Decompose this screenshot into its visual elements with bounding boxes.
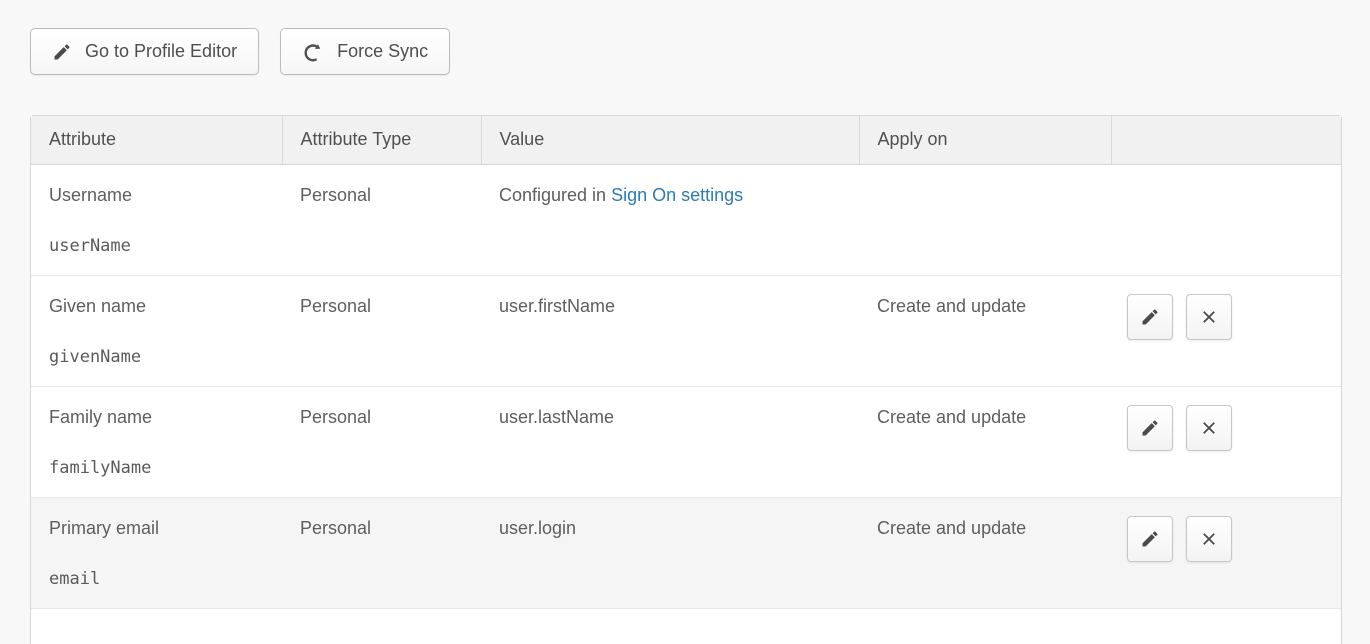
value-cell: Configured in Sign On settings <box>481 164 859 275</box>
actions-cell <box>1111 275 1341 386</box>
sign-on-settings-link[interactable]: Sign On settings <box>611 185 743 205</box>
attribute-variable: email <box>49 569 268 589</box>
attribute-type-cell: Personal <box>282 497 481 608</box>
attribute-variable: familyName <box>49 458 268 478</box>
attribute-type-cell: Personal <box>282 275 481 386</box>
go-to-profile-editor-button[interactable]: Go to Profile Editor <box>30 28 259 75</box>
edit-attribute-button[interactable] <box>1127 294 1173 340</box>
pencil-icon <box>1140 529 1160 549</box>
column-header-attribute: Attribute <box>31 116 282 164</box>
column-header-attribute-type: Attribute Type <box>282 116 481 164</box>
value-cell: user.login <box>481 497 859 608</box>
close-icon <box>1200 308 1218 326</box>
attribute-cell: Primary email email <box>31 497 282 608</box>
attribute-cell: Username userName <box>31 164 282 275</box>
value-cell: user.lastName <box>481 386 859 497</box>
toolbar: Go to Profile Editor Force Sync <box>0 0 1370 75</box>
actions-cell <box>1111 497 1341 608</box>
attribute-label: Family name <box>49 407 268 428</box>
table-row-given-name: Given name givenName Personal user.first… <box>31 275 1341 386</box>
table-row-username: Username userName Personal Configured in… <box>31 164 1341 275</box>
go-to-profile-editor-label: Go to Profile Editor <box>85 41 237 62</box>
attribute-variable: userName <box>49 236 268 256</box>
value-text: Configured in <box>499 185 611 205</box>
attribute-variable: givenName <box>49 347 268 367</box>
actions-cell <box>1111 386 1341 497</box>
value-cell: user.firstName <box>481 275 859 386</box>
force-sync-label: Force Sync <box>337 41 428 62</box>
table-row-family-name: Family name familyName Personal user.las… <box>31 386 1341 497</box>
column-header-value: Value <box>481 116 859 164</box>
close-icon <box>1200 419 1218 437</box>
column-header-apply-on: Apply on <box>859 116 1111 164</box>
table-header-row: Attribute Attribute Type Value Apply on <box>31 116 1341 164</box>
apply-on-cell <box>859 164 1111 275</box>
refresh-icon <box>302 41 324 63</box>
close-icon <box>1200 530 1218 548</box>
pencil-icon <box>1140 307 1160 327</box>
apply-on-cell: Create and update <box>859 497 1111 608</box>
delete-attribute-button[interactable] <box>1186 516 1232 562</box>
attribute-label: Primary email <box>49 518 268 539</box>
force-sync-button[interactable]: Force Sync <box>280 28 450 75</box>
edit-attribute-button[interactable] <box>1127 405 1173 451</box>
delete-attribute-button[interactable] <box>1186 405 1232 451</box>
attribute-cell: Family name familyName <box>31 386 282 497</box>
pencil-icon <box>52 42 72 62</box>
attribute-mappings-table: Attribute Attribute Type Value Apply on … <box>30 115 1342 644</box>
apply-on-cell: Create and update <box>859 275 1111 386</box>
delete-attribute-button[interactable] <box>1186 294 1232 340</box>
table-row-primary-email: Primary email email Personal user.login … <box>31 497 1341 608</box>
actions-cell <box>1111 164 1341 275</box>
apply-on-cell: Create and update <box>859 386 1111 497</box>
attribute-type-cell: Personal <box>282 386 481 497</box>
attribute-type-cell: Personal <box>282 164 481 275</box>
attribute-cell: Given name givenName <box>31 275 282 386</box>
edit-attribute-button[interactable] <box>1127 516 1173 562</box>
column-header-actions <box>1111 116 1341 164</box>
attribute-label: Given name <box>49 296 268 317</box>
attribute-label: Username <box>49 185 268 206</box>
pencil-icon <box>1140 418 1160 438</box>
partial-row-cell <box>31 608 1341 644</box>
table-row-partial <box>31 608 1341 644</box>
